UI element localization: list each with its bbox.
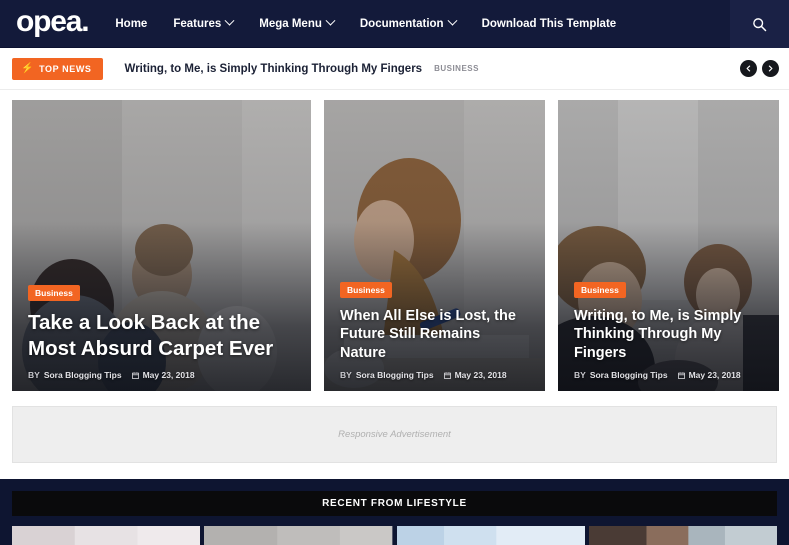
- by-label: BY: [28, 370, 40, 380]
- card-title[interactable]: Take a Look Back at the Most Absurd Carp…: [28, 310, 295, 362]
- nav-item-features[interactable]: Features: [160, 0, 246, 48]
- top-news-badge-label: TOP NEWS: [39, 64, 91, 74]
- ticker-prev-button[interactable]: [740, 60, 757, 77]
- card-title[interactable]: When All Else is Lost, the Future Still …: [340, 307, 529, 362]
- card-date: May 23, 2018: [132, 370, 195, 380]
- featured-card[interactable]: Business Writing, to Me, is Simply Think…: [558, 100, 779, 391]
- bolt-icon: ⚡: [21, 64, 34, 74]
- lifestyle-thumbnails: [12, 526, 777, 545]
- featured-card[interactable]: Business Take a Look Back at the Most Ab…: [12, 100, 311, 391]
- featured-card[interactable]: Business When All Else is Lost, the Futu…: [324, 100, 545, 391]
- chevron-down-icon: [447, 16, 457, 26]
- card-author: BY Sora Blogging Tips: [340, 370, 434, 380]
- ticker-category[interactable]: BUSINESS: [434, 64, 479, 73]
- advertisement-text: Responsive Advertisement: [338, 429, 451, 440]
- chevron-right-icon: [767, 65, 774, 72]
- card-meta: BY Sora Blogging Tips May 23, 2018: [340, 370, 529, 380]
- by-label: BY: [574, 370, 586, 380]
- card-author: BY Sora Blogging Tips: [28, 370, 122, 380]
- nav-item-home[interactable]: Home: [102, 0, 160, 48]
- card-meta: BY Sora Blogging Tips May 23, 2018: [28, 370, 295, 380]
- site-header: opea. Home Features Mega Menu Documentat…: [0, 0, 789, 48]
- card-category-badge[interactable]: Business: [28, 285, 80, 301]
- calendar-icon: [678, 372, 685, 379]
- author-name[interactable]: Sora Blogging Tips: [590, 370, 668, 380]
- chevron-down-icon: [325, 16, 335, 26]
- by-label: BY: [340, 370, 352, 380]
- thumbnail-1[interactable]: [12, 526, 200, 545]
- nav-item-label: Home: [115, 0, 147, 48]
- search-icon: [752, 17, 767, 32]
- card-date: May 23, 2018: [444, 370, 507, 380]
- thumbnail-4[interactable]: [589, 526, 777, 545]
- thumbnail-3[interactable]: [397, 526, 585, 545]
- card-date: May 23, 2018: [678, 370, 741, 380]
- top-news-ticker: ⚡ TOP NEWS Writing, to Me, is Simply Thi…: [0, 48, 789, 90]
- card-content: Business Take a Look Back at the Most Ab…: [12, 283, 311, 391]
- date-text: May 23, 2018: [689, 370, 741, 380]
- card-meta: BY Sora Blogging Tips May 23, 2018: [574, 370, 763, 380]
- chevron-down-icon: [225, 16, 235, 26]
- thumbnail-2[interactable]: [204, 526, 392, 545]
- date-text: May 23, 2018: [143, 370, 195, 380]
- card-category-badge[interactable]: Business: [340, 282, 392, 298]
- nav-item-documentation[interactable]: Documentation: [347, 0, 469, 48]
- nav-item-mega-menu[interactable]: Mega Menu: [246, 0, 347, 48]
- top-news-badge[interactable]: ⚡ TOP NEWS: [12, 58, 103, 80]
- nav-item-label: Documentation: [360, 0, 444, 48]
- nav-item-label: Features: [173, 0, 221, 48]
- card-content: Business When All Else is Lost, the Futu…: [324, 280, 545, 391]
- ticker-next-button[interactable]: [762, 60, 779, 77]
- section-heading: RECENT FROM LIFESTYLE: [12, 491, 777, 516]
- card-category-badge[interactable]: Business: [574, 282, 626, 298]
- date-text: May 23, 2018: [455, 370, 507, 380]
- featured-cards: Business Take a Look Back at the Most Ab…: [0, 90, 789, 391]
- recent-from-lifestyle-section: RECENT FROM LIFESTYLE: [0, 479, 789, 545]
- ticker-navigation: [740, 60, 779, 77]
- card-title[interactable]: Writing, to Me, is Simply Thinking Throu…: [574, 307, 763, 362]
- main-navigation: Home Features Mega Menu Documentation Do…: [102, 0, 789, 48]
- card-author: BY Sora Blogging Tips: [574, 370, 668, 380]
- author-name[interactable]: Sora Blogging Tips: [356, 370, 434, 380]
- nav-item-label: Mega Menu: [259, 0, 322, 48]
- search-button[interactable]: [730, 0, 789, 48]
- chevron-left-icon: [745, 65, 752, 72]
- calendar-icon: [132, 372, 139, 379]
- card-content: Business Writing, to Me, is Simply Think…: [558, 280, 779, 391]
- author-name[interactable]: Sora Blogging Tips: [44, 370, 122, 380]
- advertisement-banner: Responsive Advertisement: [12, 406, 777, 463]
- ticker-headline[interactable]: Writing, to Me, is Simply Thinking Throu…: [125, 63, 423, 75]
- site-logo[interactable]: opea.: [0, 7, 102, 37]
- nav-item-label: Download This Template: [482, 0, 617, 48]
- nav-item-download-this-template[interactable]: Download This Template: [469, 0, 630, 48]
- calendar-icon: [444, 372, 451, 379]
- section-heading-label: RECENT FROM LIFESTYLE: [322, 498, 467, 509]
